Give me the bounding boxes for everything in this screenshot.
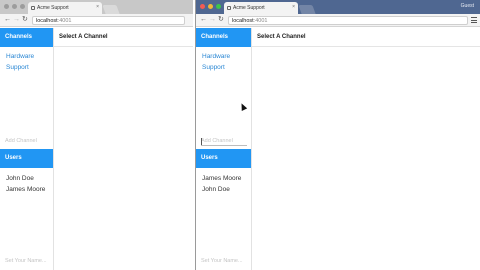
reload-icon[interactable]: ↻ xyxy=(22,16,28,24)
close-window-button[interactable] xyxy=(4,4,9,9)
user-list-item: John Doe xyxy=(202,186,230,193)
browser-toolbar: ← → ↻ localhost:4001 xyxy=(0,14,193,27)
page-title: Select A Channel xyxy=(54,28,193,47)
maximize-window-button[interactable] xyxy=(20,4,25,9)
browser-tab[interactable]: Acme Support × xyxy=(224,2,298,14)
close-tab-icon[interactable]: × xyxy=(292,4,295,10)
window-controls xyxy=(4,4,25,9)
address-bar[interactable]: localhost:4001 xyxy=(228,16,468,25)
url-port: :4001 xyxy=(57,18,72,24)
profile-button[interactable]: Guest xyxy=(461,3,474,9)
channel-link-hardware[interactable]: Hardware xyxy=(6,53,34,60)
channel-link-hardware[interactable]: Hardware xyxy=(202,53,230,60)
browser-toolbar: ← → ↻ localhost:4001 xyxy=(196,14,480,27)
main-panel: Select A Channel xyxy=(54,28,193,270)
add-channel-input[interactable]: Add Channel xyxy=(201,137,247,146)
chat-app: Channels Hardware Support Add Channel Us… xyxy=(196,28,480,270)
user-list-item: James Moore xyxy=(6,186,46,193)
tab-bar: Acme Support × xyxy=(0,0,193,14)
channels-heading: Channels xyxy=(0,28,53,47)
page-title: Select A Channel xyxy=(252,28,480,47)
browser-window-right: Acme Support × Guest ← → ↻ localhost:400… xyxy=(195,0,480,270)
users-heading: Users xyxy=(0,149,53,168)
tab-title: Acme Support xyxy=(37,5,69,11)
user-list-item: James Moore xyxy=(202,175,242,182)
add-channel-input[interactable]: Add Channel xyxy=(5,137,49,146)
forward-arrow-icon[interactable]: → xyxy=(13,16,20,24)
sidebar: Channels Hardware Support Add Channel Us… xyxy=(0,28,54,270)
nickname-input[interactable]: Set Your Name... xyxy=(5,258,47,264)
new-tab-button[interactable] xyxy=(102,5,120,14)
nickname-input[interactable]: Set Your Name... xyxy=(201,258,243,264)
reload-icon[interactable]: ↻ xyxy=(218,16,224,24)
new-tab-button[interactable] xyxy=(298,5,316,14)
main-panel: Select A Channel xyxy=(252,28,480,270)
url-host: localhost xyxy=(36,18,58,24)
url-port: :4001 xyxy=(253,18,268,24)
channel-link-support[interactable]: Support xyxy=(6,64,29,71)
forward-arrow-icon[interactable]: → xyxy=(209,16,216,24)
users-heading: Users xyxy=(196,149,251,168)
sidebar: Channels Hardware Support Add Channel Us… xyxy=(196,28,252,270)
minimize-window-button[interactable] xyxy=(12,4,17,9)
minimize-window-button[interactable] xyxy=(208,4,213,9)
chat-app: Channels Hardware Support Add Channel Us… xyxy=(0,28,193,270)
tab-bar: Acme Support × Guest xyxy=(196,0,480,14)
browser-tab[interactable]: Acme Support × xyxy=(28,2,102,14)
channels-heading: Channels xyxy=(196,28,251,47)
menu-icon[interactable] xyxy=(471,17,477,23)
window-controls xyxy=(200,4,221,9)
address-bar[interactable]: localhost:4001 xyxy=(32,16,185,25)
maximize-window-button[interactable] xyxy=(216,4,221,9)
page-icon xyxy=(31,6,35,10)
back-arrow-icon[interactable]: ← xyxy=(4,16,11,24)
tab-title: Acme Support xyxy=(233,5,265,11)
close-tab-icon[interactable]: × xyxy=(96,4,99,10)
channel-link-support[interactable]: Support xyxy=(202,64,225,71)
user-list-item: John Doe xyxy=(6,175,34,182)
back-arrow-icon[interactable]: ← xyxy=(200,16,207,24)
url-host: localhost xyxy=(232,18,254,24)
browser-window-left: Acme Support × ← → ↻ localhost:4001 Chan… xyxy=(0,0,193,270)
page-icon xyxy=(227,6,231,10)
close-window-button[interactable] xyxy=(200,4,205,9)
